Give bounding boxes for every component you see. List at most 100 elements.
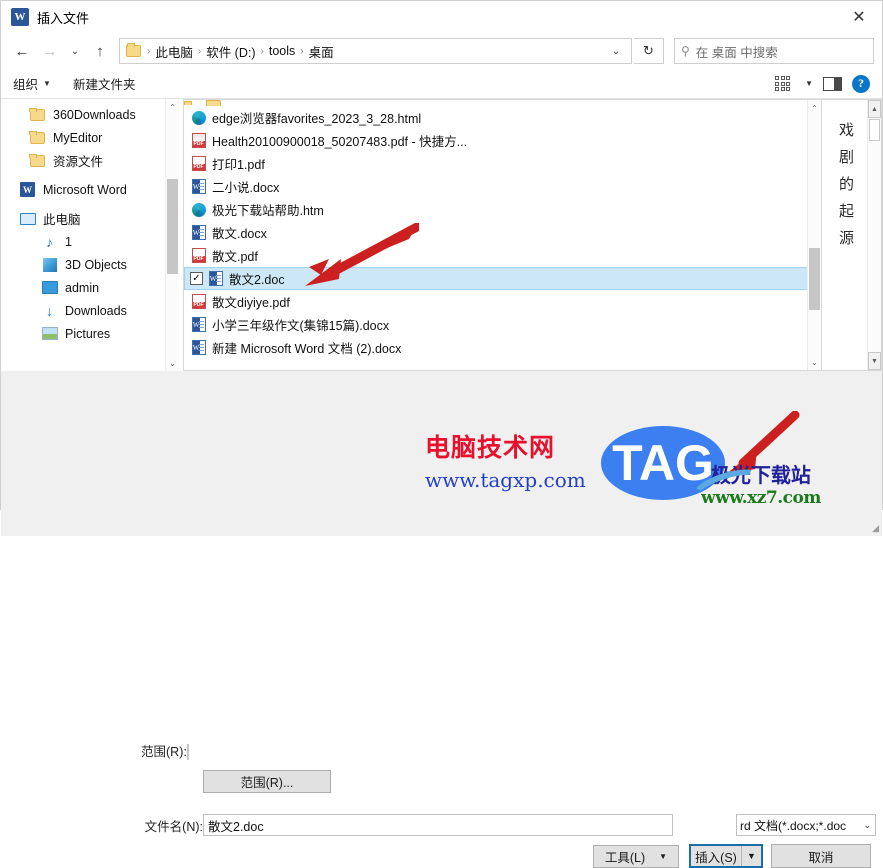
file-list[interactable]: edge浏览器favorites_2023_3_28.html Health20… — [183, 99, 822, 371]
list-item[interactable]: 打印1.pdf — [184, 152, 821, 175]
scroll-down-icon[interactable]: ⌄ — [808, 354, 821, 370]
page-title: 插入文件 — [37, 10, 90, 26]
preview-scrollbar[interactable]: ▲ ▼ — [867, 100, 881, 370]
filename-input[interactable]: 散文2.doc — [203, 814, 673, 836]
insert-dropdown-arrow-icon[interactable]: ▼ — [741, 846, 761, 866]
range-label: 范围(R): — [141, 745, 187, 759]
checkbox-icon[interactable]: ✓ — [190, 272, 203, 285]
tools-button[interactable]: 工具(L) ▼ — [593, 845, 679, 868]
computer-icon — [19, 211, 36, 227]
sidebar-item-1[interactable]: ♪ 1 — [1, 230, 179, 253]
list-item[interactable]: 散文.docx — [184, 221, 821, 244]
up-icon[interactable]: ↑ — [87, 38, 113, 64]
sidebar-item-label: MyEditor — [53, 130, 103, 145]
list-item[interactable]: edge浏览器favorites_2023_3_28.html — [184, 106, 821, 129]
scrollbar-thumb[interactable] — [809, 248, 820, 310]
insert-label: 插入(S) — [695, 850, 737, 865]
command-toolbar: 组织 ▼ 新建文件夹 ▼ ? — [1, 69, 882, 99]
recent-locations-icon[interactable]: ⌄ — [65, 38, 85, 64]
filetype-dropdown[interactable]: rd 文档(*.docx;*.doc ⌄ — [736, 814, 876, 836]
scroll-down-icon[interactable]: ⌄ — [166, 355, 179, 371]
insert-button[interactable]: 插入(S) ▼ — [689, 844, 763, 868]
sidebar-item-this-pc[interactable]: 此电脑 — [1, 207, 179, 230]
main-content: 360Downloads MyEditor 资源文件 W Microsoft W… — [1, 99, 882, 371]
file-name: 小学三年级作文(集锦15篇).docx — [212, 319, 390, 333]
view-grid-icon[interactable] — [775, 76, 791, 91]
filetype-value: rd 文档(*.docx;*.doc — [740, 818, 847, 833]
breadcrumb-item-1[interactable]: 软件 (D:) — [203, 42, 258, 61]
word-icon: W — [19, 182, 36, 198]
breadcrumb-item-0[interactable]: 此电脑 — [152, 42, 196, 61]
breadcrumb-item-3[interactable]: 桌面 — [306, 42, 337, 61]
search-input[interactable]: ⚲ 在 桌面 中搜索 — [674, 38, 874, 64]
organize-button[interactable]: 组织 ▼ — [13, 74, 51, 93]
list-item[interactable]: 散文.pdf — [184, 244, 821, 267]
list-item-selected[interactable]: ✓ 散文2.doc — [184, 267, 815, 290]
chevron-down-icon[interactable]: ⌄ — [605, 46, 627, 57]
filename-label: 文件名(N): — [144, 819, 203, 834]
search-icon: ⚲ — [681, 44, 690, 58]
pdf-shortcut-icon — [190, 133, 207, 149]
file-name: edge浏览器favorites_2023_3_28.html — [212, 112, 422, 126]
breadcrumb-separator: › — [260, 45, 264, 57]
scrollbar-thumb[interactable] — [869, 119, 880, 141]
refresh-icon[interactable]: ↻ — [634, 38, 664, 64]
file-name: 散文2.doc — [229, 273, 285, 287]
word-doc-icon — [190, 340, 207, 356]
file-name: 散文diyiye.pdf — [212, 296, 290, 310]
scrollbar-thumb[interactable] — [167, 179, 178, 274]
sidebar-item-label: 此电脑 — [43, 213, 81, 227]
scroll-up-icon[interactable]: ▲ — [868, 100, 881, 118]
download-icon: ↓ — [46, 302, 53, 319]
help-icon[interactable]: ? — [852, 74, 870, 93]
folder-icon — [29, 107, 46, 123]
list-item[interactable]: 二小说.docx — [184, 175, 821, 198]
sidebar-item-myeditor[interactable]: MyEditor — [1, 126, 179, 149]
pdf-icon — [190, 294, 207, 310]
address-bar[interactable]: › 此电脑 › 软件 (D:) › tools › 桌面 ⌄ — [119, 38, 632, 64]
new-folder-label: 新建文件夹 — [72, 78, 136, 92]
list-item[interactable]: 小学三年级作文(集锦15篇).docx — [184, 313, 821, 336]
sidebar-item-label: Microsoft Word — [43, 182, 127, 197]
sidebar-item-downloads[interactable]: ↓ Downloads — [1, 299, 179, 322]
filename-row: 文件名(N): 散文2.doc — [131, 814, 673, 836]
file-list-scrollbar[interactable]: ⌃ ⌄ — [807, 100, 821, 370]
sidebar-item-admin[interactable]: admin — [1, 276, 179, 299]
folder-icon — [29, 130, 46, 146]
range-input[interactable] — [186, 744, 189, 760]
search-placeholder: 在 桌面 中搜索 — [695, 45, 778, 60]
chevron-down-icon[interactable]: ▼ — [805, 79, 813, 88]
pdf-icon — [190, 156, 207, 172]
sidebar-item-label: 360Downloads — [53, 107, 136, 122]
list-item[interactable]: 新建 Microsoft Word 文档 (2).docx — [184, 336, 821, 359]
sidebar-item-label: 1 — [65, 234, 72, 249]
close-icon[interactable]: ✕ — [836, 1, 882, 33]
sidebar-item-360downloads[interactable]: 360Downloads — [1, 103, 179, 126]
watermark-url: www.tagxp.com — [425, 468, 586, 492]
list-item[interactable]: 极光下载站帮助.htm — [184, 198, 821, 221]
sidebar-item-microsoft-word[interactable]: W Microsoft Word — [1, 178, 179, 201]
file-name: 打印1.pdf — [212, 158, 265, 172]
list-item[interactable]: Health20100900018_50207483.pdf - 快捷方... — [184, 129, 821, 152]
file-name: 极光下载站帮助.htm — [212, 204, 324, 218]
sidebar-scrollbar[interactable]: ⌃ ⌄ — [165, 99, 179, 371]
sidebar-item-pictures[interactable]: Pictures — [1, 322, 179, 345]
word-doc-icon — [190, 317, 207, 333]
preview-pane-icon[interactable] — [823, 76, 842, 91]
resize-grip-icon[interactable]: ◢ — [872, 523, 879, 534]
list-item[interactable]: 散文diyiye.pdf — [184, 290, 821, 313]
sidebar-item-resource-files[interactable]: 资源文件 — [1, 149, 179, 172]
sidebar-item-3d-objects[interactable]: 3D Objects — [1, 253, 179, 276]
cancel-button[interactable]: 取消 — [771, 844, 871, 868]
scroll-down-icon[interactable]: ▼ — [868, 352, 881, 370]
scroll-up-icon[interactable]: ⌃ — [808, 100, 821, 116]
range-button[interactable]: 范围(R)... — [203, 770, 331, 793]
breadcrumb-item-2[interactable]: tools — [266, 44, 298, 58]
new-folder-button[interactable]: 新建文件夹 — [73, 74, 136, 93]
file-name: 二小说.docx — [212, 181, 280, 195]
back-icon[interactable]: ← — [9, 38, 35, 64]
scroll-up-icon[interactable]: ⌃ — [166, 99, 179, 115]
tools-label: 工具(L) — [604, 851, 646, 865]
desktop-icon — [41, 280, 58, 296]
picture-icon — [41, 326, 58, 342]
